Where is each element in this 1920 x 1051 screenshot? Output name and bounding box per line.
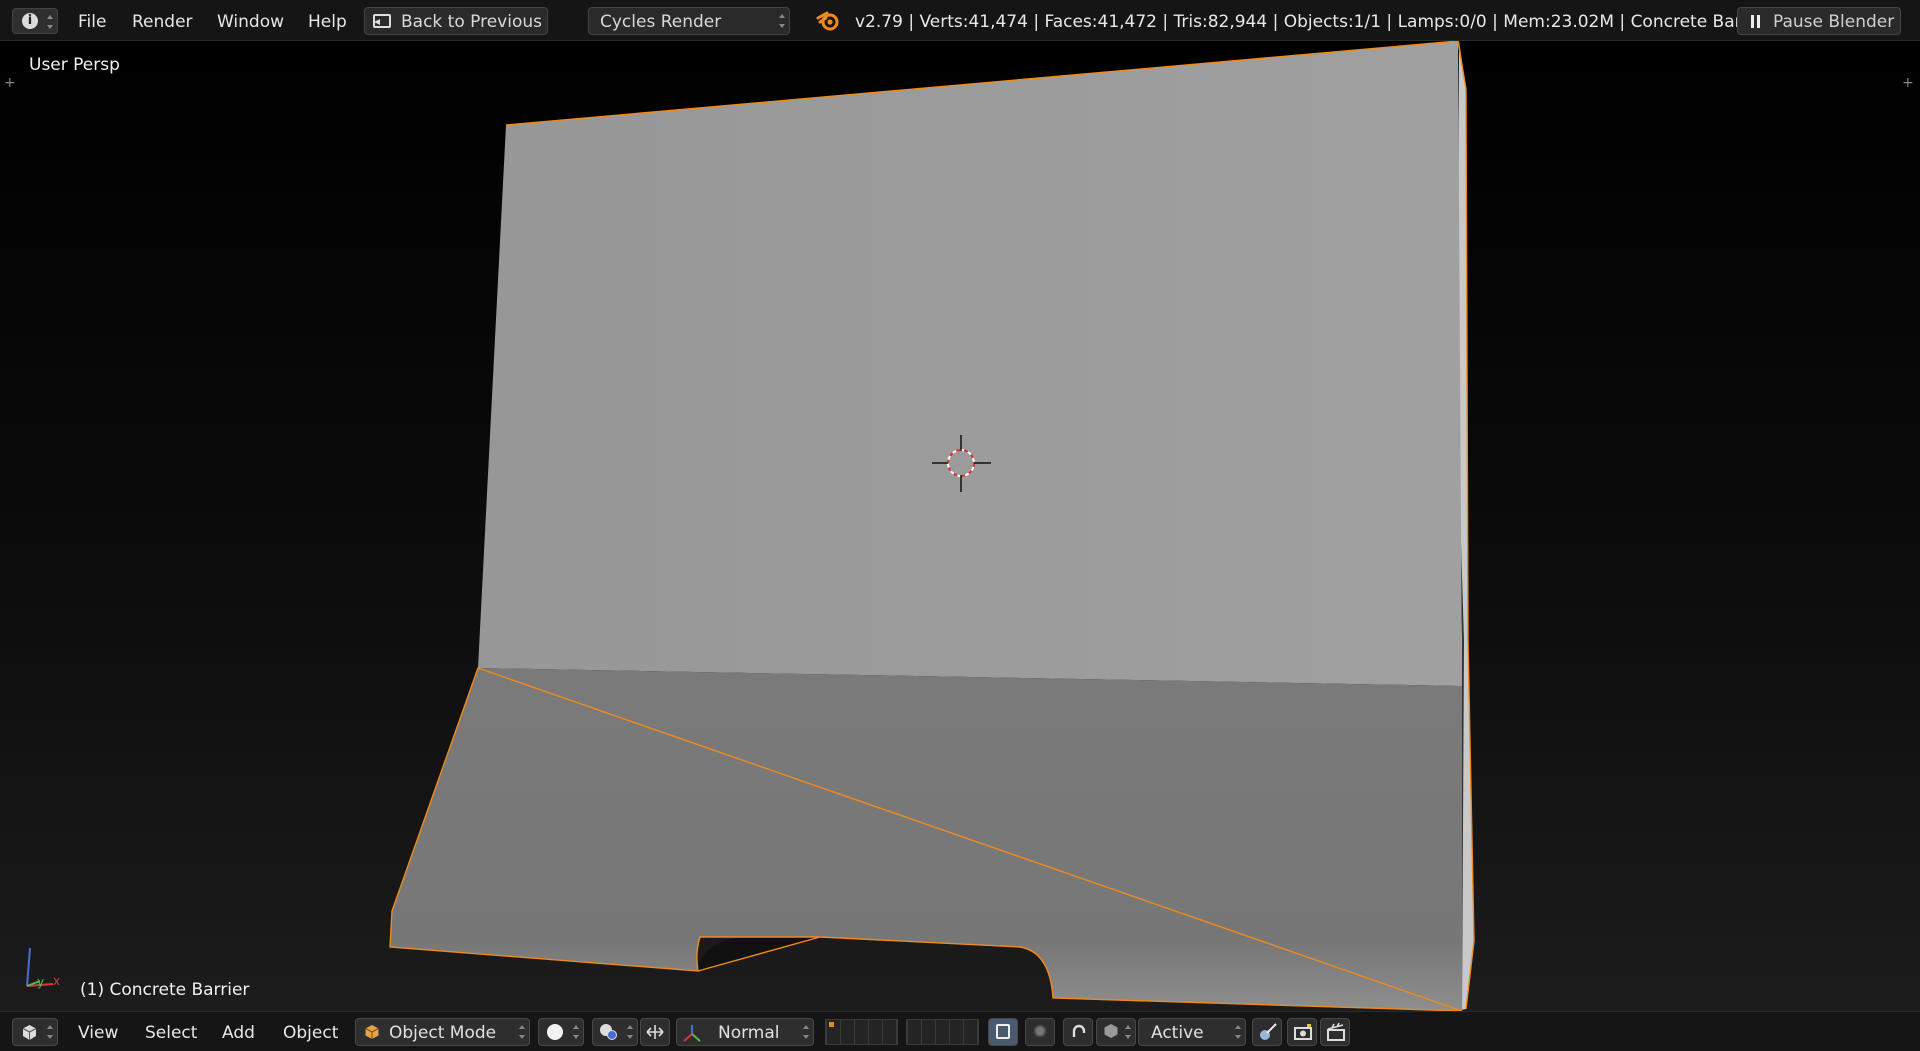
magnet-icon	[1072, 1024, 1086, 1037]
info-icon: i	[22, 13, 38, 29]
manipulator-arrows-icon	[646, 1025, 664, 1039]
layer-lock-icon	[996, 1024, 1010, 1039]
snap-target-label: Active	[1151, 1023, 1204, 1043]
camera-icon	[1294, 1024, 1312, 1040]
manipulator-toggle-button[interactable]	[640, 1018, 670, 1046]
pause-blender-label: Pause Blender	[1773, 12, 1895, 32]
snap-element-icon	[1104, 1024, 1118, 1038]
opengl-render-image-button[interactable]	[1287, 1018, 1317, 1046]
transform-orientation-dropdown[interactable]: Normal	[676, 1018, 814, 1046]
proportional-editing-button[interactable]	[1025, 1018, 1055, 1046]
axis-y-label: y	[37, 975, 44, 989]
object-mode-icon	[365, 1025, 379, 1039]
menu-help[interactable]: Help	[308, 12, 347, 32]
3d-view-header: View Select Add Object Object Mode Norma…	[0, 1011, 1920, 1051]
opengl-render-animation-button[interactable]	[1320, 1018, 1350, 1046]
render-brush-icon	[1260, 1023, 1277, 1040]
opengl-render-button[interactable]	[1252, 1018, 1282, 1046]
editor-type-selector[interactable]: i	[12, 8, 58, 34]
active-object-label: (1) Concrete Barrier	[80, 980, 250, 1000]
menu-select[interactable]: Select	[145, 1023, 197, 1043]
snap-element-dropdown[interactable]	[1096, 1018, 1136, 1046]
interaction-mode-label: Object Mode	[389, 1023, 497, 1043]
barrier-upper-face	[478, 41, 1462, 686]
interaction-mode-dropdown[interactable]: Object Mode	[355, 1018, 530, 1046]
pivot-dot-icon	[607, 1030, 617, 1040]
menu-object[interactable]: Object	[283, 1023, 338, 1043]
back-to-previous-label: Back to Previous	[401, 12, 542, 32]
updown-arrow-icon	[47, 15, 53, 29]
pause-blender-button[interactable]: Pause Blender	[1737, 7, 1901, 35]
updown-arrow-icon	[47, 1025, 53, 1039]
proportional-editing-icon	[1034, 1025, 1046, 1037]
layers-grid-left[interactable]	[825, 1019, 898, 1045]
updown-arrow-icon	[573, 1025, 579, 1039]
updown-arrow-icon	[1235, 1025, 1241, 1039]
back-screen-icon	[373, 14, 391, 28]
back-to-previous-button[interactable]: Back to Previous	[364, 7, 548, 35]
menu-add[interactable]: Add	[222, 1023, 255, 1043]
view-name-label: User Persp	[29, 55, 120, 75]
info-header: i File Render Window Help Back to Previo…	[0, 0, 1920, 41]
transform-orientation-label: Normal	[718, 1023, 780, 1043]
menu-file[interactable]: File	[78, 12, 106, 32]
clapperboard-icon	[1327, 1023, 1345, 1041]
updown-arrow-icon	[1125, 1025, 1131, 1039]
menu-render[interactable]: Render	[132, 12, 193, 32]
pivot-point-dropdown[interactable]	[592, 1018, 638, 1046]
solid-shading-icon	[547, 1024, 563, 1040]
updown-arrow-icon	[519, 1025, 525, 1039]
snap-toggle-button[interactable]	[1063, 1018, 1093, 1046]
transform-axis-icon	[683, 1025, 701, 1042]
updown-arrow-icon	[803, 1025, 809, 1039]
3d-viewport[interactable]: x y User Persp + + (1) Concrete Barrier	[0, 41, 1920, 1011]
blender-logo-icon	[816, 11, 839, 31]
viewport-shading-dropdown[interactable]	[538, 1018, 584, 1046]
updown-arrow-icon	[627, 1025, 633, 1039]
region-expand-right-icon[interactable]: +	[1902, 75, 1914, 91]
axis-x-label: x	[53, 974, 60, 988]
scene-statistics: v2.79 | Verts:41,474 | Faces:41,472 | Tr…	[855, 12, 1771, 32]
render-engine-label: Cycles Render	[600, 12, 722, 32]
updown-arrow-icon	[779, 14, 785, 28]
region-expand-left-icon[interactable]: +	[4, 75, 16, 91]
active-layer-indicator-icon	[829, 1022, 834, 1027]
viewport-canvas[interactable]: x y	[0, 41, 1920, 1011]
lock-camera-layers-button[interactable]	[988, 1018, 1018, 1046]
editor-type-3d-view-selector[interactable]	[12, 1018, 58, 1046]
layers-grid-right[interactable]	[906, 1019, 979, 1045]
pause-icon	[1751, 15, 1761, 28]
render-engine-dropdown[interactable]: Cycles Render	[588, 7, 790, 35]
menu-window[interactable]: Window	[217, 12, 284, 32]
menu-view[interactable]: View	[78, 1023, 118, 1043]
snap-target-dropdown[interactable]: Active	[1138, 1018, 1246, 1046]
cube-icon	[22, 1025, 37, 1040]
